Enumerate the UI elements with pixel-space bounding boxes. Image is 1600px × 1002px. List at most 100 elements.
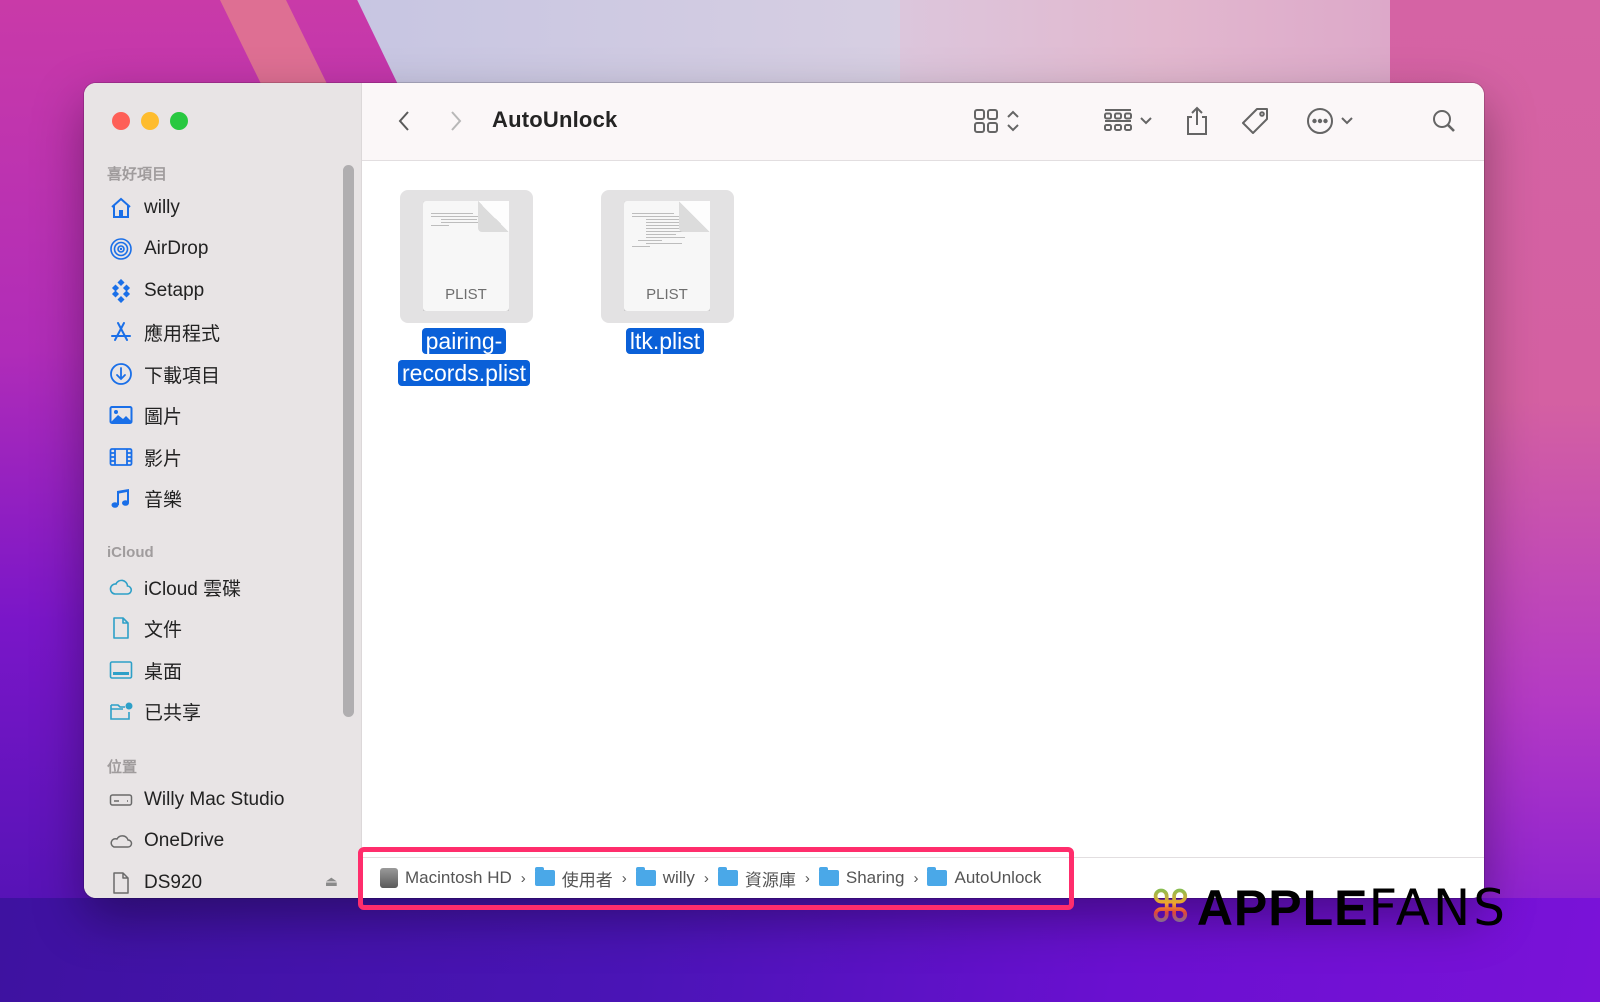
sidebar-item-onedrive[interactable]: OneDrive <box>108 825 338 857</box>
file-area: PLIST pairing- records.plist PLIST ltk.p… <box>362 161 1484 858</box>
path-crumb-macintosh-hd[interactable]: Macintosh HD <box>380 868 512 888</box>
sidebar-item-airdrop[interactable]: AirDrop <box>108 233 338 265</box>
folder-icon <box>635 867 656 886</box>
wallpaper-shape <box>220 0 330 90</box>
sidebar-item-applications[interactable]: 應用程式 <box>108 316 338 348</box>
applefans-watermark: ⌘ APPLE FANS <box>1150 878 1508 938</box>
music-icon <box>108 486 134 510</box>
sidebar-item-label: 桌面 <box>144 661 183 683</box>
sidebar: 喜好項目 willy AirDrop Setapp 應用程式 下載項目 圖片 影… <box>84 83 362 898</box>
sidebar-item-downloads[interactable]: 下載項目 <box>108 358 338 390</box>
chevron-down-icon <box>1140 117 1152 125</box>
shared-folder-icon <box>108 699 134 723</box>
path-separator: › <box>520 869 526 887</box>
downloads-icon <box>108 362 134 386</box>
folder-icon <box>534 867 555 886</box>
sidebar-item-label: OneDrive <box>144 830 225 851</box>
sidebar-item-shared[interactable]: 已共享 <box>108 695 338 727</box>
sidebar-item-label: DS920 <box>144 872 203 893</box>
zoom-button[interactable] <box>170 112 188 130</box>
desktop-icon <box>108 658 134 682</box>
watermark-brand-light: FANS <box>1368 879 1509 937</box>
applications-icon <box>108 320 134 344</box>
path-crumb-willy[interactable]: willy <box>635 867 695 888</box>
sidebar-item-label: Setapp <box>144 280 205 301</box>
sidebar-item-label: iCloud 雲碟 <box>144 578 242 600</box>
network-drive-icon <box>108 871 134 895</box>
icon-view-icon <box>974 109 998 133</box>
command-key-icon: ⌘ <box>1150 883 1191 932</box>
chevron-updown-icon <box>1007 110 1019 132</box>
path-separator: › <box>621 869 627 887</box>
sidebar-scrollbar[interactable] <box>343 165 354 717</box>
sidebar-section-icloud: iCloud <box>107 544 154 561</box>
window-title: AutoUnlock <box>492 107 618 132</box>
more-actions-button[interactable] <box>1302 105 1358 137</box>
search-button[interactable] <box>1429 105 1459 137</box>
sidebar-item-label: 應用程式 <box>144 323 221 345</box>
chevron-down-icon <box>1341 117 1353 125</box>
path-crumb-autounlock[interactable]: AutoUnlock <box>927 867 1041 888</box>
file-thumbnail: PLIST <box>601 190 734 323</box>
sidebar-item-home[interactable]: willy <box>108 192 338 224</box>
sidebar-item-label: 已共享 <box>144 702 202 724</box>
sidebar-item-icloud-drive[interactable]: iCloud 雲碟 <box>108 571 338 603</box>
back-button[interactable] <box>392 105 416 137</box>
sidebar-item-desktop[interactable]: 桌面 <box>108 654 338 686</box>
wallpaper-shape <box>357 0 940 90</box>
eject-icon[interactable]: ⏏ <box>325 873 338 890</box>
sidebar-item-music[interactable]: 音樂 <box>108 482 338 514</box>
close-button[interactable] <box>112 112 130 130</box>
file-thumbnail: PLIST <box>400 190 533 323</box>
path-crumb-library[interactable]: 資源庫 <box>717 866 796 891</box>
path-separator: › <box>804 869 810 887</box>
view-mode-button[interactable] <box>968 105 1026 137</box>
airdrop-icon <box>108 237 134 261</box>
finder-window: 喜好項目 willy AirDrop Setapp 應用程式 下載項目 圖片 影… <box>84 83 1484 898</box>
group-icon <box>1104 109 1132 131</box>
group-button[interactable] <box>1098 105 1158 137</box>
share-icon <box>1187 106 1207 135</box>
sidebar-item-documents[interactable]: 文件 <box>108 612 338 644</box>
path-crumb-sharing[interactable]: Sharing <box>818 867 904 888</box>
sidebar-item-label: 音樂 <box>144 489 183 511</box>
sidebar-item-movies[interactable]: 影片 <box>108 441 338 473</box>
path-separator: › <box>703 869 709 887</box>
wallpaper-shape <box>900 0 1420 90</box>
setapp-icon <box>108 279 134 303</box>
sidebar-item-ds920[interactable]: DS920 ⏏ <box>108 867 338 898</box>
computer-icon <box>108 788 134 812</box>
share-button[interactable] <box>1182 105 1212 137</box>
home-icon <box>108 196 134 220</box>
window-controls <box>112 112 188 130</box>
sidebar-item-label: Willy Mac Studio <box>144 789 285 810</box>
sidebar-section-locations: 位置 <box>107 759 138 776</box>
file-name[interactable]: pairing- records.plist <box>384 327 544 391</box>
watermark-brand-bold: APPLE <box>1196 880 1369 936</box>
sidebar-section-favorites: 喜好項目 <box>107 166 168 183</box>
back-icon <box>398 111 409 131</box>
sidebar-item-setapp[interactable]: Setapp <box>108 275 338 307</box>
document-icon <box>108 616 134 640</box>
tag-button[interactable] <box>1238 105 1272 137</box>
sidebar-item-mac-studio[interactable]: Willy Mac Studio <box>108 784 338 816</box>
tag-icon <box>1242 108 1268 134</box>
sidebar-item-label: 圖片 <box>144 406 183 428</box>
cloud-icon <box>108 829 134 853</box>
path-crumb-users[interactable]: 使用者 <box>534 866 613 891</box>
sidebar-item-label: 下載項目 <box>144 365 221 387</box>
pictures-icon <box>108 403 134 427</box>
icloud-icon <box>108 575 134 599</box>
sidebar-item-label: AirDrop <box>144 238 209 259</box>
hard-disk-icon <box>380 868 398 888</box>
forward-icon <box>451 111 462 131</box>
path-separator: › <box>913 869 919 887</box>
toolbar: AutoUnlock <box>362 83 1484 161</box>
sidebar-item-label: 文件 <box>144 619 183 641</box>
sidebar-item-pictures[interactable]: 圖片 <box>108 399 338 431</box>
sidebar-item-label: 影片 <box>144 448 183 470</box>
minimize-button[interactable] <box>141 112 159 130</box>
forward-button[interactable] <box>444 105 468 137</box>
file-name[interactable]: ltk.plist <box>585 327 745 359</box>
search-icon <box>1433 110 1455 132</box>
